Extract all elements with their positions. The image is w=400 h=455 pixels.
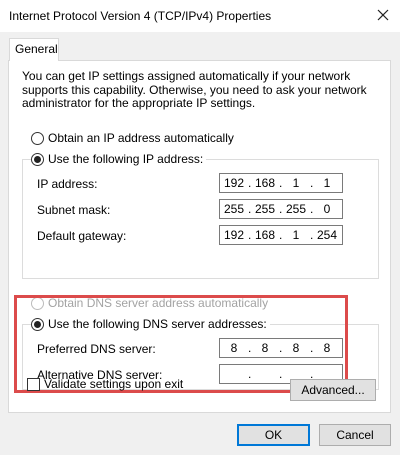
obtain-dns-auto-radio[interactable] [31,296,44,310]
subnet-octet: 255 [254,202,276,216]
cancel-button-label: Cancel [336,428,374,442]
preferred-dns-octet: 8 [323,341,331,355]
close-icon [377,9,389,21]
gateway-octet: 192 [223,228,245,242]
subnet-mask-field[interactable]: 255. 255. 255. 0 [219,199,343,219]
ok-button[interactable]: OK [237,424,310,446]
preferred-dns-octet: 8 [292,341,300,355]
subnet-octet: 255 [223,202,245,216]
use-following-ip-label: Use the following IP address: [48,152,204,166]
obtain-dns-auto-label: Obtain DNS server address automatically [48,296,269,310]
ip-octet: 1 [292,176,300,190]
obtain-ip-auto-radio[interactable] [31,131,44,145]
ip-address-field[interactable]: 192. 168. 1. 1 [219,173,343,193]
window-title: Internet Protocol Version 4 (TCP/IPv4) P… [9,9,272,23]
title-bar: Internet Protocol Version 4 (TCP/IPv4) P… [0,0,400,32]
obtain-dns-auto-option[interactable]: Obtain DNS server address automatically [31,296,272,310]
validate-settings-checkbox[interactable] [27,377,40,391]
preferred-dns-octet: 8 [230,341,238,355]
tab-general[interactable]: General [9,38,59,61]
ip-octet: 1 [323,176,331,190]
tab-general-label: General [15,42,58,56]
validate-settings-label: Validate settings upon exit [44,377,184,391]
general-tab-panel: You can get IP settings assigned automat… [8,60,391,413]
preferred-dns-label: Preferred DNS server: [37,342,156,356]
obtain-ip-auto-option[interactable]: Obtain an IP address automatically [31,131,237,145]
preferred-dns-field[interactable]: 8. 8. 8. 8 [219,338,343,358]
subnet-mask-label: Subnet mask: [37,203,111,217]
ip-octet: 192 [223,176,245,190]
use-following-ip-radio[interactable] [31,152,44,166]
description-text: You can get IP settings assigned automat… [22,69,367,110]
cancel-button[interactable]: Cancel [319,424,391,446]
advanced-button-label: Advanced... [301,383,365,397]
gateway-octet: 1 [292,228,300,242]
ip-address-label: IP address: [37,177,98,191]
close-button[interactable] [372,4,394,26]
ip-address-group: IP address: 192. 168. 1. 1 Subnet mask: … [22,159,379,279]
default-gateway-label: Default gateway: [37,229,127,243]
use-following-dns-radio[interactable] [31,317,44,331]
default-gateway-field[interactable]: 192. 168. 1. 254 [219,225,343,245]
advanced-button[interactable]: Advanced... [290,379,376,401]
ip-octet: 168 [254,176,276,190]
validate-settings-option[interactable]: Validate settings upon exit [27,377,183,391]
use-following-dns-label: Use the following DNS server addresses: [48,317,267,331]
subnet-octet: 0 [323,202,331,216]
use-following-dns-option[interactable]: Use the following DNS server addresses: [31,317,270,331]
gateway-octet: 254 [316,228,338,242]
obtain-ip-auto-label: Obtain an IP address automatically [48,131,234,145]
subnet-octet: 255 [285,202,307,216]
ok-button-label: OK [264,428,283,442]
preferred-dns-octet: 8 [261,341,269,355]
dialog-client-area: General You can get IP settings assigned… [0,32,400,455]
use-following-ip-option[interactable]: Use the following IP address: [31,152,207,166]
gateway-octet: 168 [254,228,276,242]
